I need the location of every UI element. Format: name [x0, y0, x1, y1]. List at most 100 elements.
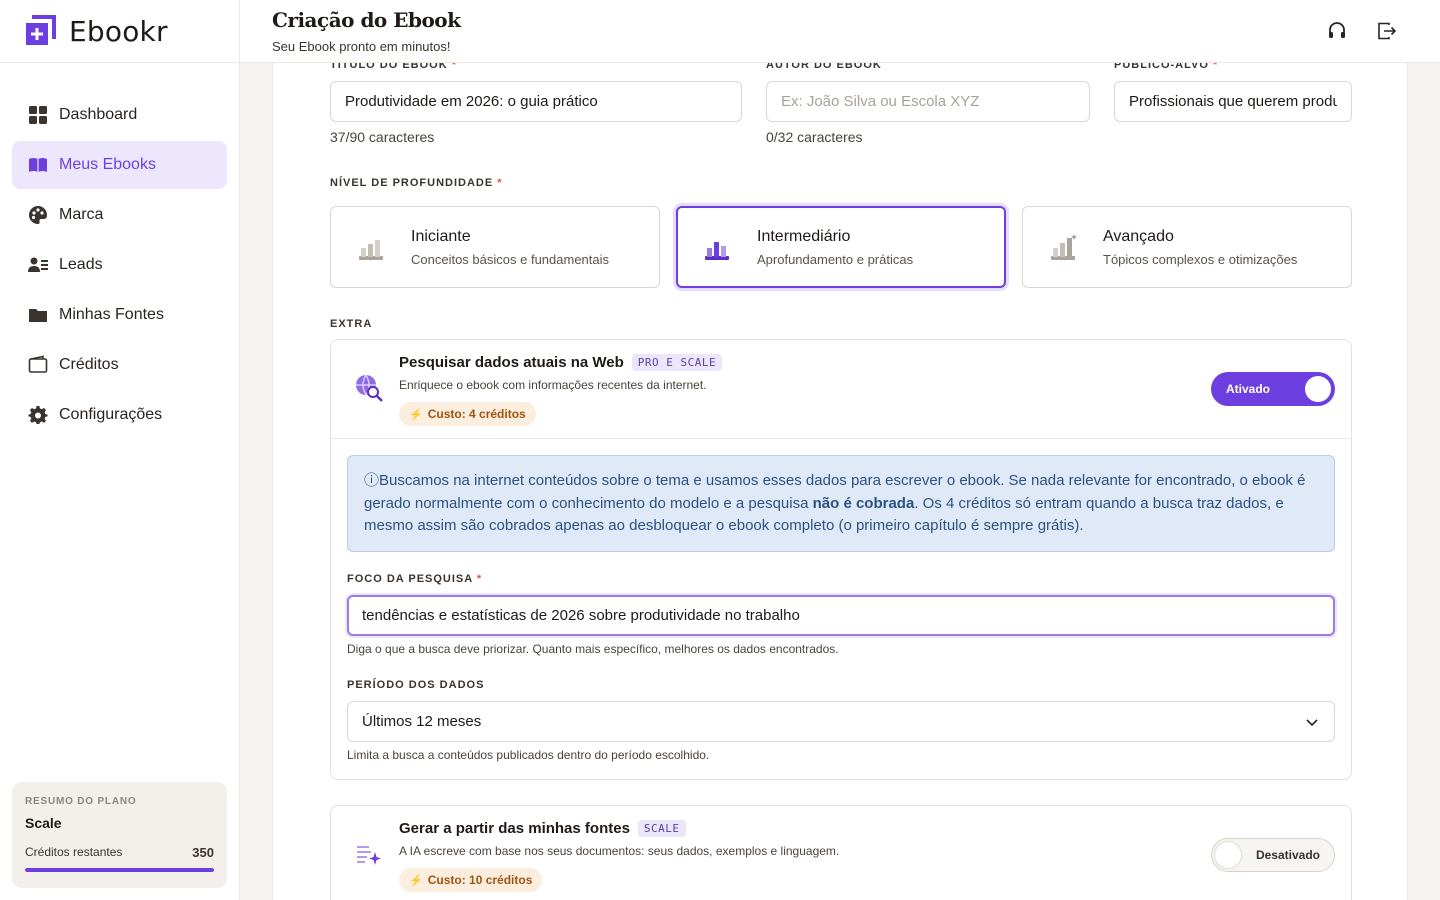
sparkle-list-icon — [357, 846, 381, 865]
author-field-label: AUTOR DO EBOOK — [766, 63, 882, 71]
plan-badge: SCALE — [637, 820, 686, 837]
wallet-icon — [27, 354, 49, 376]
search-focus-label: FOCO DA PESQUISA * — [347, 573, 482, 585]
credits-row: Créditos restantes 350 — [25, 845, 214, 860]
target-audience-input[interactable] — [1114, 81, 1352, 122]
sources-title-text: Gerar a partir das minhas fontes — [399, 820, 630, 837]
title-label-text: TÍTULO DO EBOOK — [330, 63, 448, 71]
sidebar-item-label: Minhas Fontes — [59, 306, 164, 323]
bolt-icon: ⚡ — [409, 408, 423, 421]
depth-option-title: Iniciante — [411, 228, 471, 245]
sidebar-item-meus-ebooks[interactable]: Meus Ebooks — [12, 141, 227, 189]
logout-button[interactable] — [1376, 20, 1398, 42]
sidebar-item-label: Leads — [59, 256, 103, 273]
brand[interactable]: Ebookr — [0, 0, 239, 63]
required-mark: * — [1212, 63, 1219, 71]
sidebar-nav: Dashboard Meus Ebooks Marca Leads Minhas… — [0, 63, 239, 439]
credits-value: 350 — [192, 845, 214, 860]
data-period-select[interactable]: Últimos 12 meses — [347, 701, 1335, 742]
ebook-title-input[interactable] — [330, 81, 742, 122]
data-period-hint: Limita a busca a conteúdos publicados de… — [347, 748, 710, 762]
sources-cost-text: Custo: 10 créditos — [427, 873, 533, 887]
support-button[interactable] — [1326, 20, 1348, 42]
credits-progress-fill — [25, 868, 214, 872]
title-field-label: TÍTULO DO EBOOK * — [330, 63, 457, 71]
sources-toggle[interactable]: Desativado — [1211, 838, 1335, 872]
page-title: Criação do Ebook — [272, 8, 461, 32]
bar-chart-high-icon — [1051, 234, 1077, 260]
audience-label-text: PÚBLICO-ALVO — [1114, 63, 1209, 71]
users-list-icon — [27, 254, 49, 276]
palette-icon — [27, 204, 49, 226]
web-search-option-header: Pesquisar dados atuais na Web PRO E SCALE… — [331, 340, 1351, 439]
bar-chart-low-icon — [359, 240, 383, 260]
sidebar-item-dashboard[interactable]: Dashboard — [12, 91, 227, 139]
author-char-counter: 0/32 caracteres — [766, 129, 863, 145]
folder-icon — [27, 304, 49, 326]
sources-cost-badge: ⚡ Custo: 10 créditos — [399, 868, 543, 892]
plan-name: Scale — [25, 815, 62, 831]
sidebar-item-minhas-fontes[interactable]: Minhas Fontes — [12, 291, 227, 339]
bolt-icon: ⚡ — [409, 874, 423, 887]
web-search-info-box: ⓘBuscamos na internet conteúdos sobre o … — [347, 455, 1335, 552]
search-focus-label-text: FOCO DA PESQUISA — [347, 573, 473, 585]
web-search-cost-text: Custo: 4 créditos — [427, 407, 526, 421]
depth-option-desc: Conceitos básicos e fundamentais — [411, 252, 610, 267]
sidebar-item-configuracoes[interactable]: Configurações — [12, 391, 227, 439]
web-search-title: Pesquisar dados atuais na Web PRO E SCALE — [399, 354, 723, 371]
sources-title: Gerar a partir das minhas fontes SCALE — [399, 820, 686, 837]
web-search-toggle[interactable]: Ativado — [1211, 372, 1335, 406]
dashboard-icon — [27, 104, 49, 126]
toggle-knob — [1305, 376, 1331, 402]
sidebar-item-label: Configurações — [59, 406, 163, 423]
required-mark: * — [451, 63, 458, 71]
headset-icon — [1329, 22, 1345, 38]
depth-option-desc: Tópicos complexos e otimizações — [1103, 252, 1298, 267]
plan-summary-card: RESUMO DO PLANO Scale Créditos restantes… — [12, 782, 227, 888]
depth-option-avancado[interactable]: Avançado Tópicos complexos e otimizações — [1022, 206, 1352, 288]
sidebar-item-marca[interactable]: Marca — [12, 191, 227, 239]
sidebar-item-label: Créditos — [59, 356, 119, 373]
ebook-form-panel: TÍTULO DO EBOOK * 37/90 caracteres AUTOR… — [272, 63, 1408, 900]
depth-option-iniciante[interactable]: Iniciante Conceitos básicos e fundamenta… — [330, 206, 660, 288]
book-icon — [27, 154, 49, 176]
depth-label: NÍVEL DE PROFUNDIDADE * — [330, 177, 503, 189]
search-focus-hint: Diga o que a busca deve priorizar. Quant… — [347, 642, 839, 656]
data-period-label: PERÍODO DOS DADOS — [347, 679, 485, 691]
title-char-counter: 37/90 caracteres — [330, 129, 435, 145]
toggle-label: Ativado — [1226, 382, 1271, 396]
required-mark: * — [497, 177, 503, 189]
ebook-author-input[interactable] — [766, 81, 1090, 122]
sources-desc: A IA escreve com base nos seus documento… — [399, 844, 840, 858]
data-period-value: Últimos 12 meses — [362, 713, 482, 730]
ebookr-logo-icon — [26, 15, 56, 45]
credits-label: Créditos restantes — [25, 845, 123, 859]
sidebar-item-label: Dashboard — [59, 106, 138, 123]
plan-summary-title: RESUMO DO PLANO — [25, 796, 137, 807]
page-header: Criação do Ebook Seu Ebook pronto em min… — [240, 0, 1440, 63]
sidebar-item-leads[interactable]: Leads — [12, 241, 227, 289]
gear-icon — [27, 404, 49, 426]
web-search-option-box: Pesquisar dados atuais na Web PRO E SCALE… — [330, 339, 1352, 780]
depth-label-text: NÍVEL DE PROFUNDIDADE — [330, 177, 494, 189]
globe-search-icon — [356, 374, 383, 402]
chevron-down-icon — [1306, 718, 1318, 726]
web-search-cost-badge: ⚡ Custo: 4 créditos — [399, 402, 536, 426]
web-search-title-text: Pesquisar dados atuais na Web — [399, 354, 624, 371]
brand-name: Ebookr — [69, 14, 168, 48]
toggle-knob — [1215, 842, 1241, 868]
search-focus-input[interactable] — [347, 595, 1335, 636]
bar-chart-medium-icon — [705, 242, 729, 260]
credits-progress-bar — [25, 868, 214, 872]
sidebar-item-creditos[interactable]: Créditos — [12, 341, 227, 389]
depth-option-desc: Aprofundamento e práticas — [757, 252, 914, 267]
toggle-label: Desativado — [1255, 848, 1320, 862]
audience-field-label: PÚBLICO-ALVO * — [1114, 63, 1218, 71]
sidebar-item-label: Meus Ebooks — [59, 156, 156, 173]
depth-option-intermediario[interactable]: Intermediário Aprofundamento e práticas — [676, 206, 1006, 288]
logout-icon — [1378, 22, 1397, 40]
extra-label: EXTRA — [330, 318, 373, 330]
sidebar-item-label: Marca — [59, 206, 104, 223]
depth-option-title: Avançado — [1103, 228, 1174, 245]
plan-badge: PRO E SCALE — [631, 354, 723, 371]
